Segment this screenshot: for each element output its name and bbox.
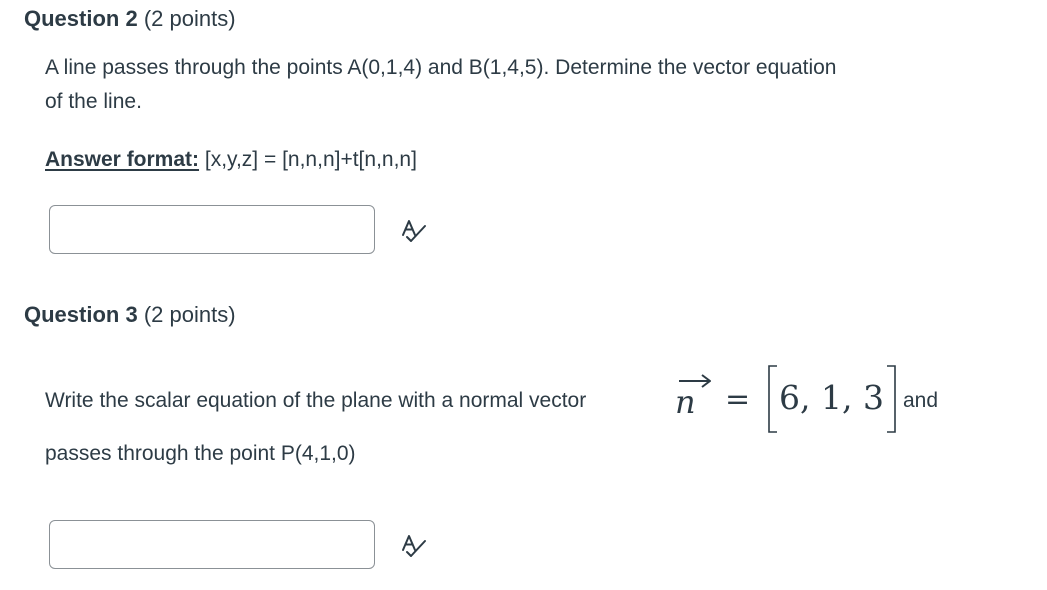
question-3-points: (2 points)	[143, 302, 236, 327]
spellcheck-icon[interactable]	[400, 533, 430, 559]
question-3-math-row: Write the scalar equation of the plane w…	[45, 360, 1005, 440]
spellcheck-icon[interactable]	[400, 218, 430, 244]
question-2-text-line-1: A line passes through the points A(0,1,4…	[45, 56, 837, 79]
vector-n-letter: n	[675, 383, 696, 421]
question-3-text-line-2: passes through the point P(4,1,0)	[45, 442, 356, 465]
question-3-answer-input[interactable]	[49, 520, 375, 569]
normal-vector-symbol: n	[675, 370, 715, 430]
question-2-text-line-2: of the line.	[45, 90, 142, 113]
answer-format-label: Answer format:	[45, 148, 200, 171]
question-3-text-lead: Write the scalar equation of the plane w…	[45, 389, 587, 412]
question-3-text-trail: and	[903, 389, 939, 412]
question-3-number: Question 3	[24, 302, 138, 327]
normal-vector-value: 6, 1, 3	[767, 360, 897, 440]
question-2-answer-input[interactable]	[49, 205, 375, 254]
answer-format: Answer format: [x,y,z] = [n,n,n]+t[n,n,n…	[45, 145, 417, 175]
normal-vector-components: 6, 1, 3	[779, 378, 884, 417]
question-2-heading: Question 2 (2 points)	[24, 6, 236, 32]
question-2-number: Question 2	[24, 6, 138, 31]
question-3-heading: Question 3 (2 points)	[24, 302, 236, 328]
answer-format-value: [x,y,z] = [n,n,n]+t[n,n,n]	[199, 148, 417, 171]
equals-sign: =	[725, 382, 751, 417]
question-2-points: (2 points)	[143, 6, 236, 31]
